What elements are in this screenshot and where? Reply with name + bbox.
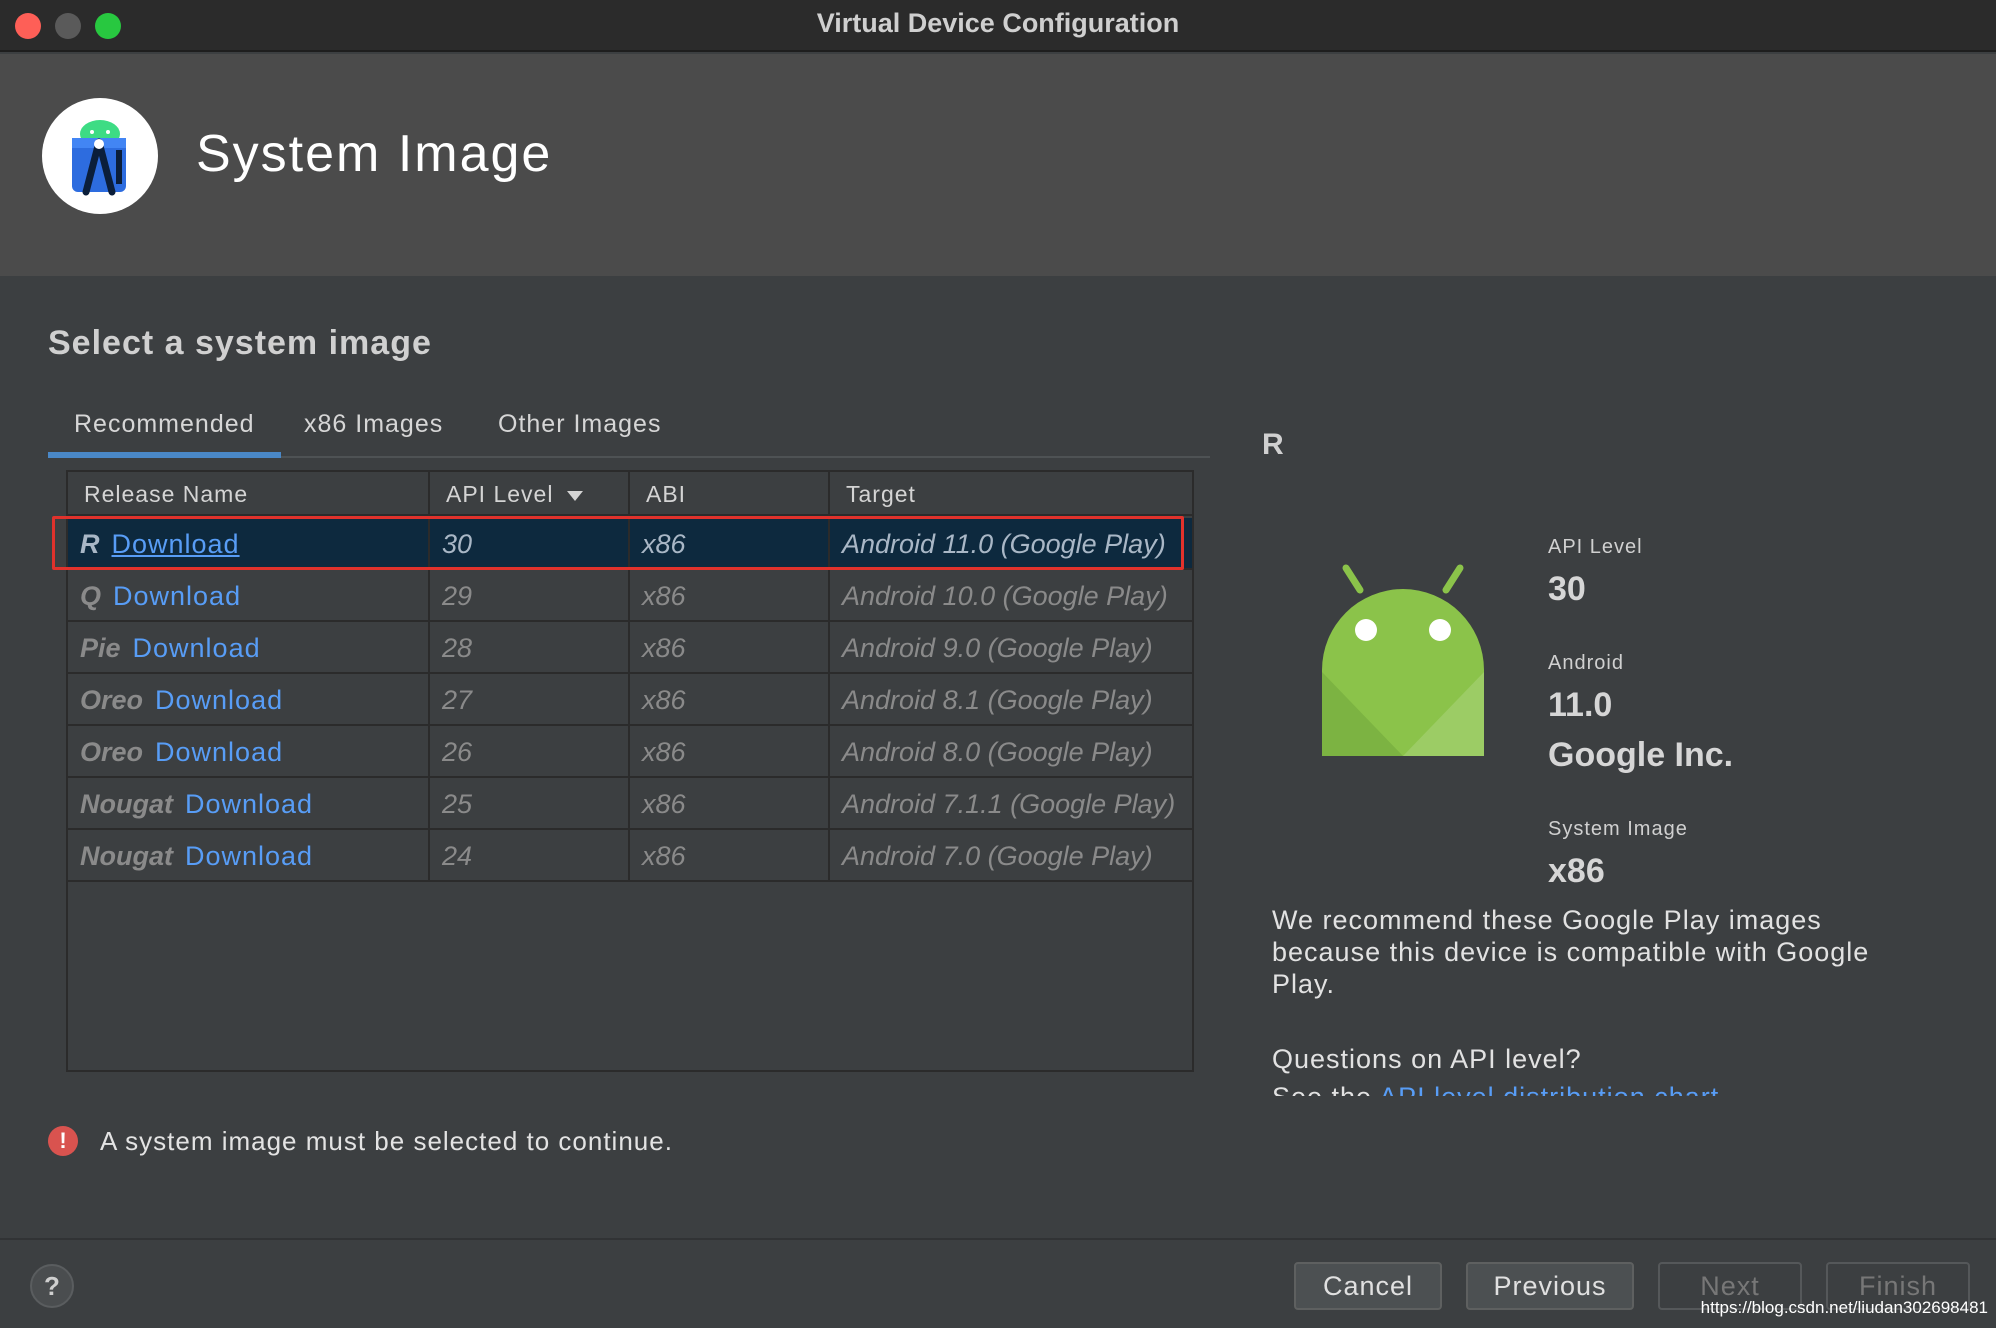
abi-cell: x86 [630,622,830,674]
window-title: Virtual Device Configuration [816,8,1180,38]
see-prefix: See the [1272,1082,1379,1096]
api-level-cell: 25 [430,778,630,830]
abi-cell: x86 [630,518,830,570]
api-level-cell: 30 [430,518,630,570]
table-header: Release Name API Level ABI Target [68,472,1192,516]
error-icon: ! [48,1126,78,1156]
error-text: A system image must be selected to conti… [100,1126,673,1156]
download-link[interactable]: Download [155,685,283,715]
image-tabs: Recommended x86 Images Other Images [48,404,1210,458]
api-level-cell: 24 [430,830,630,882]
column-header-target[interactable]: Target [830,472,1192,516]
release-name: Oreo [80,685,144,715]
release-name: Nougat [80,841,173,871]
api-distribution-chart-link[interactable]: API level distribution chart [1379,1082,1719,1096]
table-row[interactable]: Q Download 29 x86 Android 10.0 (Google Pl… [68,570,1192,622]
api-level-cell: 29 [430,570,630,622]
table-row[interactable]: Pie Download 28 x86 Android 9.0 (Google P… [68,622,1192,674]
api-level-value: 30 [1548,570,1586,608]
release-name: Q [80,581,102,611]
system-image-label: System Image [1548,818,1688,840]
android-version-label: Android [1548,652,1624,674]
table-row[interactable]: Oreo Download 27 x86 Android 8.1 (Google … [68,674,1192,726]
page-title: System Image [196,125,553,183]
target-cell: Android 8.0 (Google Play) [830,726,1192,778]
watermark-text: https://blog.csdn.net/liudan302698481 [1700,1298,1988,1317]
abi-cell: x86 [630,726,830,778]
tab-other-images[interactable]: Other Images [498,410,661,439]
vendor-value: Google Inc. [1548,736,1734,774]
help-button[interactable]: ? [30,1264,74,1308]
system-image-value: x86 [1548,852,1605,890]
column-header-release-name[interactable]: Release Name [68,472,430,516]
selected-release-letter: R [1262,428,1284,461]
previous-button[interactable]: Previous [1466,1262,1634,1310]
see-chart-line: See the API level distribution chart [1272,1082,1872,1096]
api-level-cell: 28 [430,622,630,674]
abi-cell: x86 [630,570,830,622]
download-link[interactable]: Download [185,789,313,819]
recommendation-text: We recommend these Google Play images be… [1272,905,1870,999]
table-row[interactable]: Nougat Download 24 x86 Android 7.0 (Googl… [68,830,1192,882]
download-link[interactable]: Download [185,841,313,871]
target-cell: Android 7.1.1 (Google Play) [830,778,1192,830]
api-level-label: API Level [1548,536,1643,558]
section-title: Select a system image [48,324,432,362]
android-robot-icon [1312,560,1494,756]
release-name: Oreo [80,737,144,767]
api-level-cell: 27 [430,674,630,726]
download-link[interactable]: Download [155,737,283,767]
title-bar: Virtual Device Configuration [0,0,1996,52]
table-row[interactable]: Oreo Download 26 x86 Android 8.0 (Google … [68,726,1192,778]
tab-x86-images[interactable]: x86 Images [304,410,443,439]
target-cell: Android 11.0 (Google Play) [830,518,1192,570]
system-image-table: Release Name API Level ABI Target R Downl… [66,470,1194,1072]
abi-cell: x86 [630,674,830,726]
sort-descending-icon [567,490,584,501]
cancel-button[interactable]: Cancel [1294,1262,1442,1310]
table-row[interactable]: R Download 30 x86 Android 11.0 (Google Pl… [68,518,1192,570]
column-header-abi[interactable]: ABI [630,472,830,516]
android-version-value: 11.0 [1548,686,1613,724]
api-level-cell: 26 [430,726,630,778]
android-studio-logo-icon [42,98,158,214]
tab-recommended[interactable]: Recommended [48,410,281,458]
release-name: Nougat [80,789,173,819]
release-name: R [80,529,100,559]
target-cell: Android 10.0 (Google Play) [830,570,1192,622]
target-cell: Android 9.0 (Google Play) [830,622,1192,674]
download-link[interactable]: Download [112,529,240,559]
wizard-header: System Image [0,54,1996,276]
column-header-api-level[interactable]: API Level [430,472,630,516]
table-row[interactable]: Nougat Download 25 x86 Android 7.1.1 (Goo… [68,778,1192,830]
footer-divider [0,1238,1996,1240]
target-cell: Android 8.1 (Google Play) [830,674,1192,726]
abi-cell: x86 [630,778,830,830]
download-link[interactable]: Download [133,633,261,663]
abi-cell: x86 [630,830,830,882]
api-question-text: Questions on API level? [1272,1044,1582,1074]
release-name: Pie [80,633,121,663]
download-link[interactable]: Download [113,581,241,611]
target-cell: Android 7.0 (Google Play) [830,830,1192,882]
